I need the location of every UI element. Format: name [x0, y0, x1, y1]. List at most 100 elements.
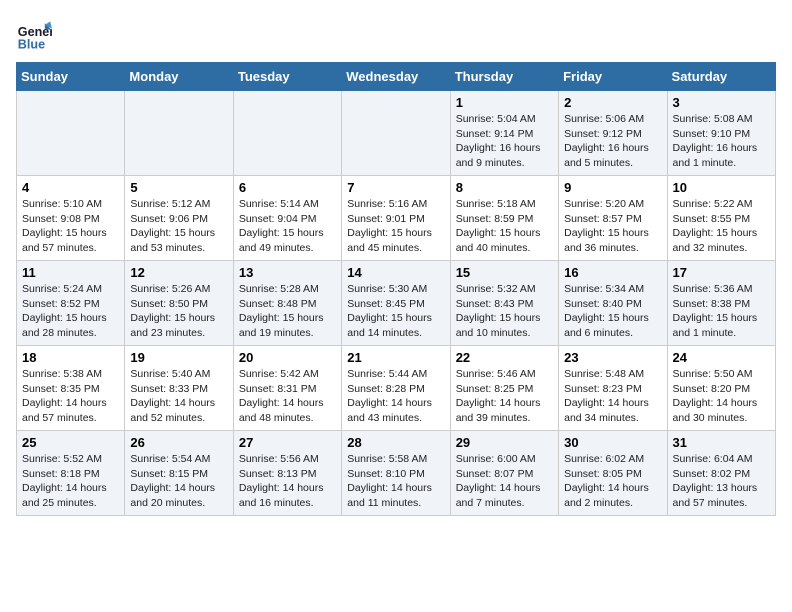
day-info: Sunrise: 5:58 AM Sunset: 8:10 PM Dayligh…	[347, 452, 444, 511]
calendar-body: 1 Sunrise: 5:04 AM Sunset: 9:14 PM Daylig…	[17, 91, 776, 516]
day-info: Sunrise: 5:06 AM Sunset: 9:12 PM Dayligh…	[564, 112, 661, 171]
day-info: Sunrise: 5:10 AM Sunset: 9:08 PM Dayligh…	[22, 197, 119, 256]
calendar-cell: 7Sunrise: 5:16 AM Sunset: 9:01 PM Daylig…	[342, 176, 450, 261]
day-info: Sunrise: 5:38 AM Sunset: 8:35 PM Dayligh…	[22, 367, 119, 426]
day-number: 4	[22, 180, 119, 195]
day-number: 14	[347, 265, 444, 280]
day-number: 11	[22, 265, 119, 280]
calendar-cell: 18 Sunrise: 5:38 AM Sunset: 8:35 PM Dayli…	[17, 346, 125, 431]
page-header: General Blue	[16, 16, 776, 52]
calendar-cell: 28 Sunrise: 5:58 AM Sunset: 8:10 PM Dayli…	[342, 431, 450, 516]
header-monday: Monday	[125, 63, 233, 91]
calendar-cell: 12 Sunrise: 5:26 AM Sunset: 8:50 PM Dayli…	[125, 261, 233, 346]
day-number: 10	[673, 180, 770, 195]
day-number: 31	[673, 435, 770, 450]
calendar-cell: 4 Sunrise: 5:10 AM Sunset: 9:08 PM Daylig…	[17, 176, 125, 261]
day-number: 28	[347, 435, 444, 450]
day-number: 23	[564, 350, 661, 365]
day-number: 13	[239, 265, 336, 280]
calendar-cell: 1 Sunrise: 5:04 AM Sunset: 9:14 PM Daylig…	[450, 91, 558, 176]
day-number: 8	[456, 180, 553, 195]
day-number: 18	[22, 350, 119, 365]
calendar-cell: 23 Sunrise: 5:48 AM Sunset: 8:23 PM Dayli…	[559, 346, 667, 431]
day-number: 19	[130, 350, 227, 365]
header-row: SundayMondayTuesdayWednesdayThursdayFrid…	[17, 63, 776, 91]
week-row-2: 11 Sunrise: 5:24 AM Sunset: 8:52 PM Dayli…	[17, 261, 776, 346]
day-info: Sunrise: 5:30 AM Sunset: 8:45 PM Dayligh…	[347, 282, 444, 341]
day-info: Sunrise: 5:28 AM Sunset: 8:48 PM Dayligh…	[239, 282, 336, 341]
calendar-cell: 5 Sunrise: 5:12 AM Sunset: 9:06 PM Daylig…	[125, 176, 233, 261]
calendar-cell: 13 Sunrise: 5:28 AM Sunset: 8:48 PM Dayli…	[233, 261, 341, 346]
week-row-0: 1 Sunrise: 5:04 AM Sunset: 9:14 PM Daylig…	[17, 91, 776, 176]
day-info: Sunrise: 5:20 AM Sunset: 8:57 PM Dayligh…	[564, 197, 661, 256]
calendar-cell: 11 Sunrise: 5:24 AM Sunset: 8:52 PM Dayli…	[17, 261, 125, 346]
day-info: Sunrise: 6:04 AM Sunset: 8:02 PM Dayligh…	[673, 452, 770, 511]
calendar-cell: 29Sunrise: 6:00 AM Sunset: 8:07 PM Dayli…	[450, 431, 558, 516]
day-info: Sunrise: 5:26 AM Sunset: 8:50 PM Dayligh…	[130, 282, 227, 341]
day-number: 21	[347, 350, 444, 365]
calendar-cell: 10 Sunrise: 5:22 AM Sunset: 8:55 PM Dayli…	[667, 176, 775, 261]
calendar-cell: 14 Sunrise: 5:30 AM Sunset: 8:45 PM Dayli…	[342, 261, 450, 346]
day-info: Sunrise: 5:22 AM Sunset: 8:55 PM Dayligh…	[673, 197, 770, 256]
day-info: Sunrise: 5:48 AM Sunset: 8:23 PM Dayligh…	[564, 367, 661, 426]
day-info: Sunrise: 5:42 AM Sunset: 8:31 PM Dayligh…	[239, 367, 336, 426]
day-info: Sunrise: 5:04 AM Sunset: 9:14 PM Dayligh…	[456, 112, 553, 171]
day-number: 9	[564, 180, 661, 195]
calendar-header: SundayMondayTuesdayWednesdayThursdayFrid…	[17, 63, 776, 91]
day-info: Sunrise: 5:36 AM Sunset: 8:38 PM Dayligh…	[673, 282, 770, 341]
header-wednesday: Wednesday	[342, 63, 450, 91]
week-row-1: 4 Sunrise: 5:10 AM Sunset: 9:08 PM Daylig…	[17, 176, 776, 261]
day-info: Sunrise: 5:24 AM Sunset: 8:52 PM Dayligh…	[22, 282, 119, 341]
day-number: 7	[347, 180, 444, 195]
day-info: Sunrise: 5:18 AM Sunset: 8:59 PM Dayligh…	[456, 197, 553, 256]
week-row-4: 25 Sunrise: 5:52 AM Sunset: 8:18 PM Dayli…	[17, 431, 776, 516]
day-info: Sunrise: 5:12 AM Sunset: 9:06 PM Dayligh…	[130, 197, 227, 256]
day-info: Sunrise: 5:44 AM Sunset: 8:28 PM Dayligh…	[347, 367, 444, 426]
day-info: Sunrise: 5:40 AM Sunset: 8:33 PM Dayligh…	[130, 367, 227, 426]
day-number: 1	[456, 95, 553, 110]
day-info: Sunrise: 5:08 AM Sunset: 9:10 PM Dayligh…	[673, 112, 770, 171]
calendar-cell: 3 Sunrise: 5:08 AM Sunset: 9:10 PM Daylig…	[667, 91, 775, 176]
day-number: 3	[673, 95, 770, 110]
calendar-cell: 19 Sunrise: 5:40 AM Sunset: 8:33 PM Dayli…	[125, 346, 233, 431]
logo-icon: General Blue	[16, 16, 52, 52]
header-tuesday: Tuesday	[233, 63, 341, 91]
header-saturday: Saturday	[667, 63, 775, 91]
day-info: Sunrise: 5:50 AM Sunset: 8:20 PM Dayligh…	[673, 367, 770, 426]
calendar-cell: 30Sunrise: 6:02 AM Sunset: 8:05 PM Dayli…	[559, 431, 667, 516]
calendar-cell: 24 Sunrise: 5:50 AM Sunset: 8:20 PM Dayli…	[667, 346, 775, 431]
calendar-table: SundayMondayTuesdayWednesdayThursdayFrid…	[16, 62, 776, 516]
day-info: Sunrise: 5:52 AM Sunset: 8:18 PM Dayligh…	[22, 452, 119, 511]
day-number: 25	[22, 435, 119, 450]
calendar-cell: 16 Sunrise: 5:34 AM Sunset: 8:40 PM Dayli…	[559, 261, 667, 346]
calendar-cell: 2 Sunrise: 5:06 AM Sunset: 9:12 PM Daylig…	[559, 91, 667, 176]
calendar-cell: 27 Sunrise: 5:56 AM Sunset: 8:13 PM Dayli…	[233, 431, 341, 516]
day-number: 27	[239, 435, 336, 450]
day-number: 16	[564, 265, 661, 280]
calendar-cell: 26Sunrise: 5:54 AM Sunset: 8:15 PM Dayli…	[125, 431, 233, 516]
day-number: 26	[130, 435, 227, 450]
header-friday: Friday	[559, 63, 667, 91]
header-sunday: Sunday	[17, 63, 125, 91]
day-number: 30	[564, 435, 661, 450]
calendar-cell: 22Sunrise: 5:46 AM Sunset: 8:25 PM Dayli…	[450, 346, 558, 431]
calendar-cell: 9 Sunrise: 5:20 AM Sunset: 8:57 PM Daylig…	[559, 176, 667, 261]
day-number: 2	[564, 95, 661, 110]
day-number: 17	[673, 265, 770, 280]
header-thursday: Thursday	[450, 63, 558, 91]
day-number: 20	[239, 350, 336, 365]
day-info: Sunrise: 5:14 AM Sunset: 9:04 PM Dayligh…	[239, 197, 336, 256]
day-info: Sunrise: 5:56 AM Sunset: 8:13 PM Dayligh…	[239, 452, 336, 511]
svg-text:Blue: Blue	[18, 37, 45, 51]
calendar-cell: 15Sunrise: 5:32 AM Sunset: 8:43 PM Dayli…	[450, 261, 558, 346]
calendar-cell	[233, 91, 341, 176]
day-info: Sunrise: 5:34 AM Sunset: 8:40 PM Dayligh…	[564, 282, 661, 341]
day-number: 5	[130, 180, 227, 195]
calendar-cell: 21 Sunrise: 5:44 AM Sunset: 8:28 PM Dayli…	[342, 346, 450, 431]
day-number: 12	[130, 265, 227, 280]
day-info: Sunrise: 5:46 AM Sunset: 8:25 PM Dayligh…	[456, 367, 553, 426]
calendar-cell: 8 Sunrise: 5:18 AM Sunset: 8:59 PM Daylig…	[450, 176, 558, 261]
calendar-cell	[17, 91, 125, 176]
day-number: 15	[456, 265, 553, 280]
day-number: 24	[673, 350, 770, 365]
